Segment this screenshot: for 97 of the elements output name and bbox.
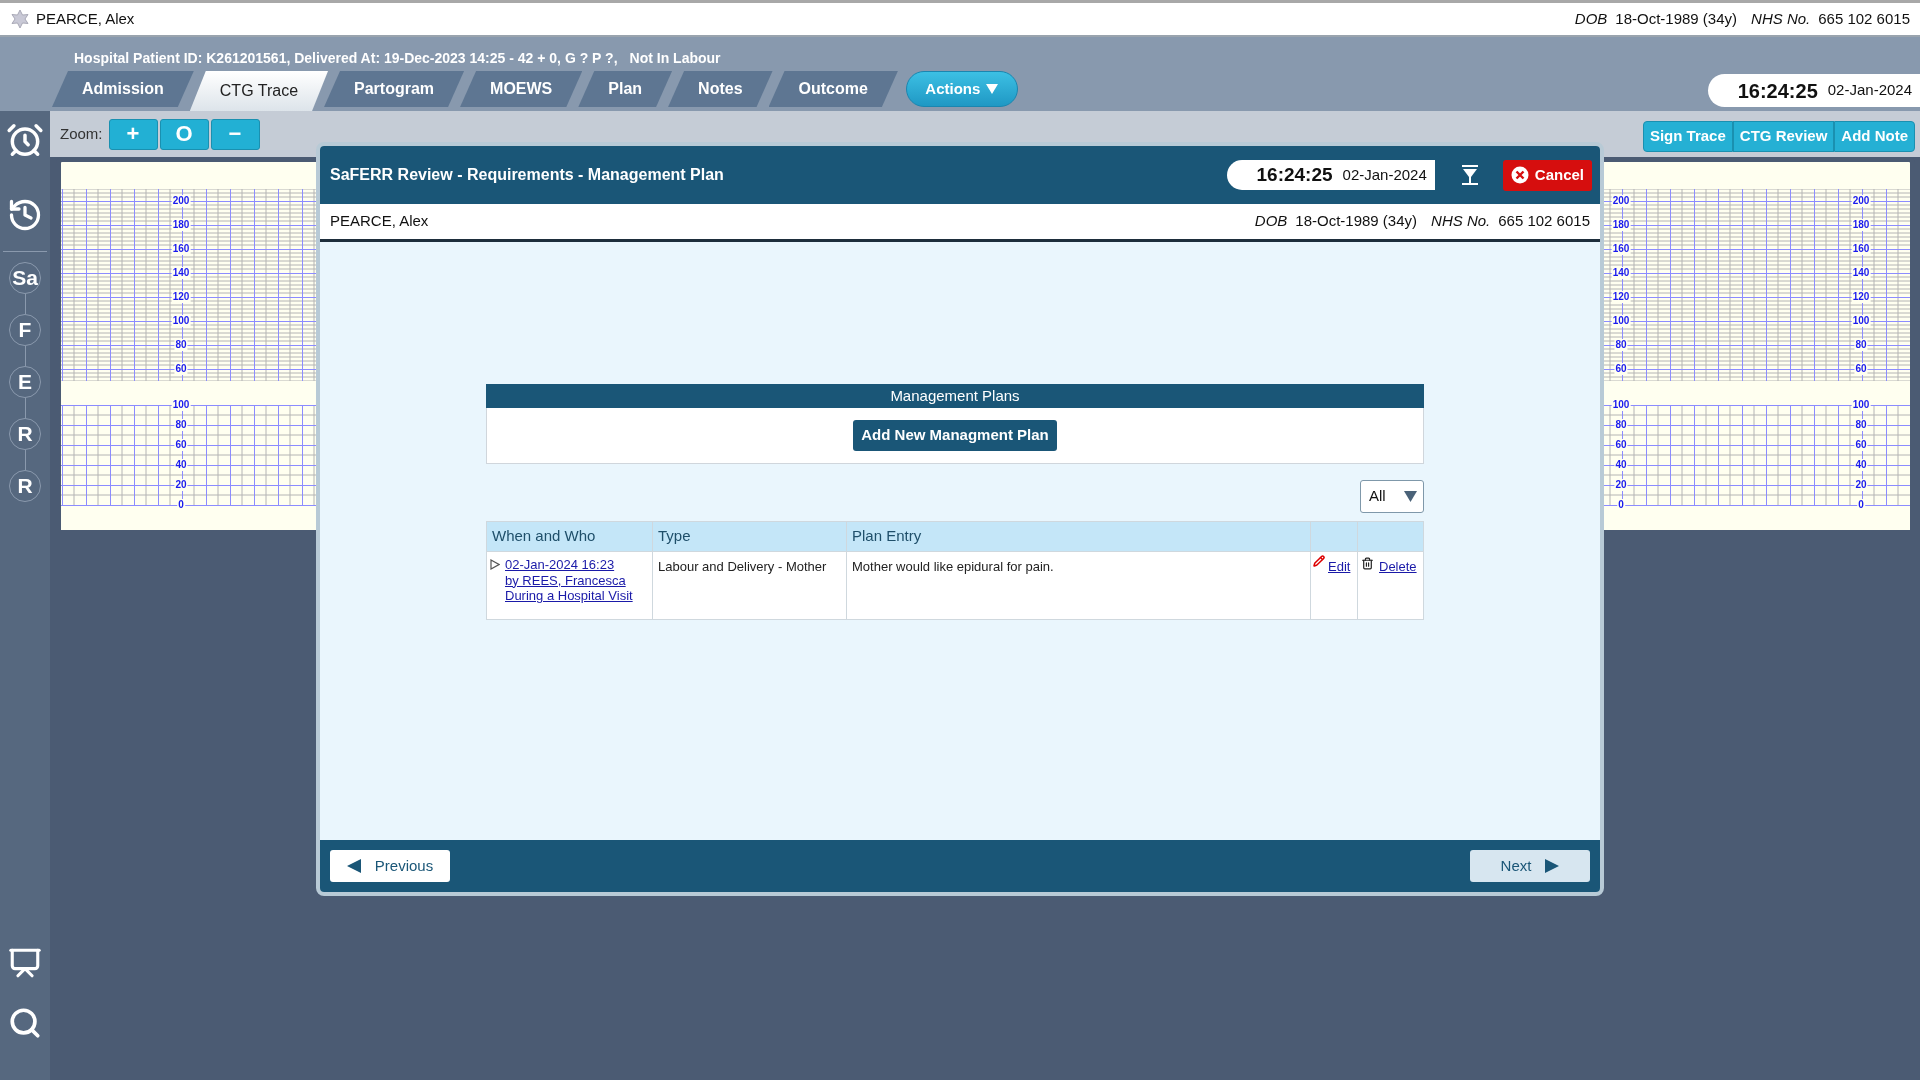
left-arrow-icon [346,859,361,873]
axis-label: 0 [177,499,185,511]
tab[interactable]: Plan [578,71,673,107]
tab[interactable]: Admission [52,71,194,107]
filter-icon[interactable] [1460,165,1479,185]
axis-label: 200 [171,195,191,207]
nhs-label: NHS No. [1751,8,1811,29]
visit-link[interactable]: During a Hospital Visit [505,588,633,604]
axis-label: 100 [171,315,191,327]
axis-label: 100 [1611,315,1631,327]
axis-label: 60 [1854,363,1868,375]
axis-label: 140 [1851,267,1871,279]
axis-label: 80 [1854,419,1868,431]
labour-status: Not In Labour [629,49,721,68]
history-icon[interactable] [7,197,43,233]
axis-label: 120 [1611,291,1631,303]
axis-label: 40 [1854,459,1868,471]
clock-date: 02-Jan-2024 [1827,80,1912,101]
axis-label: 100 [1611,399,1631,411]
nhs-label: NHS No. [1431,211,1491,232]
clock-date: 02-Jan-2024 [1342,164,1427,185]
axis-label: 60 [1854,439,1868,451]
axis-label: 0 [1857,499,1865,511]
axis-label: 140 [1611,267,1631,279]
axis-label: 20 [174,479,188,491]
axis-label: 20 [1854,479,1868,491]
pencil-icon [1313,555,1325,567]
axis-label: 80 [1614,339,1628,351]
axis-label: 120 [171,291,191,303]
axis-label: 40 [1614,459,1628,471]
axis-label: 160 [1611,243,1631,255]
axis-label: 80 [1614,419,1628,431]
column-header: When and Who [486,521,653,552]
date-of-birth: 18-Oct-1989 (34y) [1615,8,1738,29]
axis-label: 0 [1617,499,1625,511]
column-header: Type [652,521,847,552]
date-of-birth: 18-Oct-1989 (34y) [1295,211,1418,232]
close-icon [1510,166,1529,184]
axis-label: 200 [1851,195,1871,207]
filter-dropdown[interactable]: All [1360,480,1424,513]
search-icon[interactable] [8,1006,42,1040]
patient-name: PEARCE, Alex [330,211,429,232]
expand-toggle-icon[interactable] [490,559,500,570]
dialog-title: SaFERR Review - Requirements - Management Plan [330,165,724,185]
axis-label: 80 [174,419,188,431]
nhs-number: 665 102 6015 [1498,211,1590,232]
alarm-clock-icon[interactable] [6,121,44,159]
axis-label: 100 [1851,315,1871,327]
nhs-number: 665 102 6015 [1818,8,1910,29]
edit-link[interactable]: Edit [1328,557,1351,577]
tab[interactable]: Notes [668,71,773,107]
tab[interactable]: Partogram [324,71,465,107]
axis-label: 80 [174,339,188,351]
dropdown-arrow-icon [1404,491,1417,502]
clock-time: 16:24:25 [1737,78,1818,104]
caret-icon [986,84,999,94]
axis-label: 200 [1611,195,1631,207]
axis-label: 60 [174,439,188,451]
tab[interactable]: Outcome [768,71,898,107]
add-plan-button[interactable]: Add New Managment Plan [853,420,1057,451]
zoom-label: Zoom: [60,123,103,144]
axis-label: 100 [171,399,191,411]
axis-label: 180 [171,219,191,231]
cancel-button[interactable]: Cancel [1502,159,1592,191]
tab[interactable]: CTG Trace [189,71,329,111]
axis-label: 20 [1614,479,1628,491]
dob-label: DOB [1574,8,1608,29]
author-link[interactable]: by REES, Francesca [505,572,633,588]
axis-label: 160 [1851,243,1871,255]
right-arrow-icon [1545,859,1560,873]
axis-label: 180 [1851,219,1871,231]
axis-label: 160 [171,243,191,255]
axis-label: 60 [174,363,188,375]
axis-label: 80 [1854,339,1868,351]
axis-label: 120 [1851,291,1871,303]
delete-link[interactable]: Delete [1379,557,1417,577]
axis-label: 180 [1611,219,1631,231]
axis-label: 40 [174,459,188,471]
tab[interactable]: MOEWS [460,71,583,107]
axis-label: 100 [1851,399,1871,411]
dob-label: DOB [1254,211,1288,232]
table-cell: Labour and Delivery - Mother [652,551,847,620]
star-icon [10,9,30,29]
column-header: Plan Entry [846,521,1311,552]
plan-date-link[interactable]: 02-Jan-2024 16:23 [505,557,633,573]
table-cell: Mother would like epidural for pain. [846,551,1311,620]
axis-label: 60 [1614,439,1628,451]
trash-icon [1361,557,1374,570]
next-button[interactable]: Next [1470,850,1590,882]
previous-button[interactable]: Previous [330,850,450,882]
patient-info: Hospital Patient ID: K261201561, Delivered At: 19-Dec-2023 14:25 - 42 + 0, G ? P ?, [74,49,618,68]
axis-label: 140 [171,267,191,279]
presentation-board-icon[interactable] [8,946,42,980]
axis-label: 60 [1614,363,1628,375]
section-header: Management Plans [486,384,1424,408]
clock-time: 16:24:25 [1256,162,1333,187]
patient-name: PEARCE, Alex [36,8,135,29]
